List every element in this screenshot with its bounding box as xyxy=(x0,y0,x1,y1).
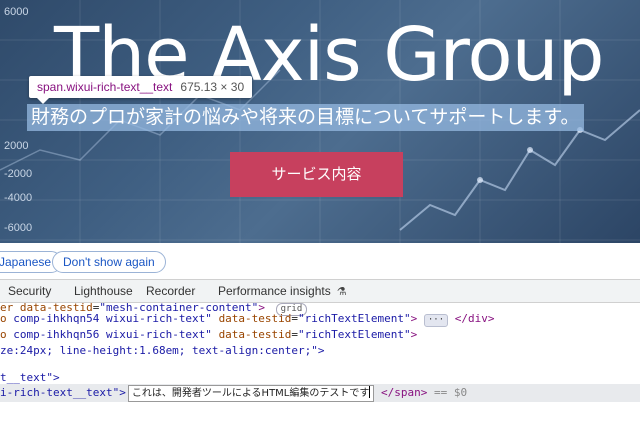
dom-attr-name: data-testid xyxy=(218,328,292,341)
text-edit-field[interactable]: これは、開発者ツールによるHTML編集のテストです xyxy=(127,385,375,402)
console-reference: == $0 xyxy=(433,386,468,399)
hero-tagline[interactable]: 財務のプロが家計の悩みや将来の目標についてサポートします。 xyxy=(27,104,584,131)
tooltip-selector: span.wixui-rich-text__text xyxy=(37,80,173,94)
dom-tag: > xyxy=(410,328,418,341)
axis-tick-label: 2000 xyxy=(4,140,29,152)
collapsed-ellipsis-button[interactable]: ··· xyxy=(423,314,449,327)
dom-attr-value: "richTextElement" xyxy=(298,328,411,341)
dom-attr-name: data-testid xyxy=(218,312,292,325)
axis-tick-label: 6000 xyxy=(4,6,29,18)
dom-line[interactable]: t__text"> xyxy=(0,370,60,386)
dom-attr-value: i-rich-text__text"> xyxy=(0,386,126,399)
elements-panel: er data-testid="mesh-container-content">… xyxy=(0,301,640,423)
dont-show-again-button[interactable]: Don't show again xyxy=(52,251,166,273)
axis-tick-label: -6000 xyxy=(4,222,33,234)
services-button[interactable]: サービス内容 xyxy=(230,152,403,197)
text-edit-value: これは、開発者ツールによるHTML編集のテストです xyxy=(131,388,370,399)
dom-attr-value: comp-ihkhqn54 wixui-rich-text" xyxy=(13,312,212,325)
axis-tick-label: -2000 xyxy=(4,168,33,180)
dom-line[interactable]: o comp-ihkhqn54 wixui-rich-text" data-te… xyxy=(0,311,495,327)
translate-bar: Japanese Don't show again xyxy=(0,243,640,279)
dom-line[interactable]: ze:24px; line-height:1.68em; text-align:… xyxy=(0,343,325,359)
dom-text: o xyxy=(0,312,7,325)
dom-attr-value: t__text"> xyxy=(0,371,60,384)
dom-tag: </div> xyxy=(454,312,495,325)
dom-attr-value: "richTextElement" xyxy=(298,312,411,325)
inspect-tooltip: span.wixui-rich-text__text 675.13 × 30 xyxy=(29,76,253,104)
dom-text: o xyxy=(0,328,7,341)
dom-line[interactable]: o comp-ihkhqn56 wixui-rich-text" data-te… xyxy=(0,327,417,343)
dom-line-selected[interactable]: i-rich-text__text"> これは、開発者ツールによるHTML編集のテ… xyxy=(0,385,468,402)
dom-tag: > xyxy=(410,312,418,325)
text-caret xyxy=(369,386,371,398)
axis-tick-label: -4000 xyxy=(4,192,33,204)
dom-tag: </span> xyxy=(381,386,428,399)
tab-performance-insights-label: Performance insights xyxy=(218,284,331,298)
flask-icon: ⚗ xyxy=(336,286,347,298)
dom-attr-value: ze:24px; line-height:1.68em; text-align:… xyxy=(0,344,325,357)
hero-section: 6000 2000 -2000 -4000 -6000 The Axis Gro… xyxy=(0,0,640,243)
dom-attr-value: comp-ihkhqn56 wixui-rich-text" xyxy=(13,328,212,341)
tooltip-dimensions: 675.13 × 30 xyxy=(180,80,245,94)
